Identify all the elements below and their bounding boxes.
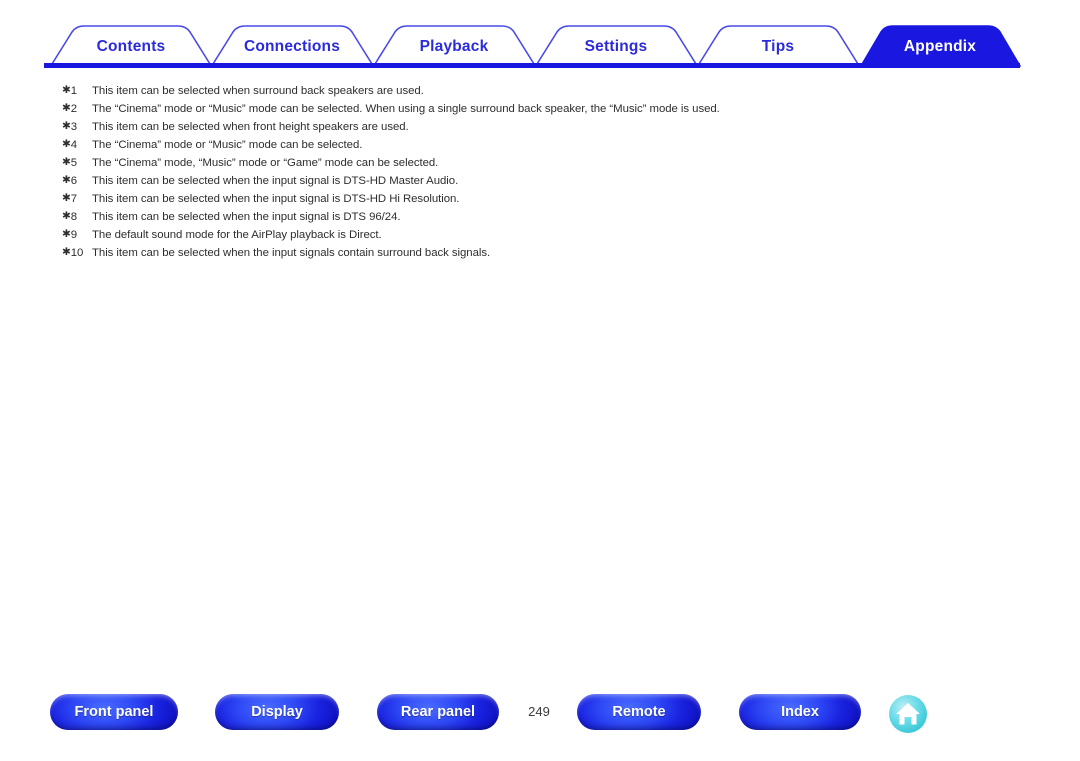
list-item: ✱9 The default sound mode for the AirPla… xyxy=(62,228,1022,246)
footnote-text: The “Cinema” mode, “Music” mode or “Game… xyxy=(92,157,439,169)
footnote-text: The default sound mode for the AirPlay p… xyxy=(92,229,382,241)
home-icon xyxy=(889,695,927,733)
tab-tips-label: Tips xyxy=(762,38,794,55)
footnote-marker: ✱2 xyxy=(62,102,77,115)
footnote-marker: ✱9 xyxy=(62,228,77,241)
page-number: 249 xyxy=(528,704,550,719)
display-button[interactable]: Display xyxy=(215,694,339,730)
footnote-marker: ✱10 xyxy=(62,246,84,259)
list-item: ✱4 The “Cinema” mode or “Music” mode can… xyxy=(62,138,1022,156)
tab-appendix[interactable]: Appendix xyxy=(860,25,1021,67)
footnote-text: This item can be selected when surround … xyxy=(92,85,424,97)
list-item: ✱1 This item can be selected when surrou… xyxy=(62,84,1022,102)
tab-baseline-rule xyxy=(44,63,1020,68)
list-item: ✱3 This item can be selected when front … xyxy=(62,120,1022,138)
tab-contents-label: Contents xyxy=(97,38,166,55)
footnote-marker: ✱5 xyxy=(62,156,77,169)
footnote-marker: ✱3 xyxy=(62,120,77,133)
footnote-text: This item can be selected when the input… xyxy=(92,175,459,187)
rear-panel-button[interactable]: Rear panel xyxy=(377,694,499,730)
tab-tips[interactable]: Tips xyxy=(698,25,859,65)
tab-connections[interactable]: Connections xyxy=(212,25,373,65)
list-item: ✱6 This item can be selected when the in… xyxy=(62,174,1022,192)
footnote-text: This item can be selected when the input… xyxy=(92,211,401,223)
tab-appendix-label: Appendix xyxy=(904,38,976,55)
footnote-marker: ✱6 xyxy=(62,174,77,187)
tab-bar: Contents Connections Playback Settings T… xyxy=(0,0,1080,72)
footnote-text: The “Cinema” mode or “Music” mode can be… xyxy=(92,103,720,115)
list-item: ✱10 This item can be selected when the i… xyxy=(62,246,1022,264)
home-button[interactable] xyxy=(888,694,928,734)
footnote-text: This item can be selected when front hei… xyxy=(92,121,409,133)
footnote-text: This item can be selected when the input… xyxy=(92,247,491,259)
footnote-marker: ✱1 xyxy=(62,84,77,97)
list-item: ✱2 The “Cinema” mode or “Music” mode can… xyxy=(62,102,1022,120)
index-button[interactable]: Index xyxy=(739,694,861,730)
footnote-text: This item can be selected when the input… xyxy=(92,193,460,205)
tab-settings[interactable]: Settings xyxy=(536,25,697,65)
tab-settings-label: Settings xyxy=(585,38,648,55)
list-item: ✱7 This item can be selected when the in… xyxy=(62,192,1022,210)
footnote-marker: ✱7 xyxy=(62,192,77,205)
footer-nav: Front panel Display Rear panel 249 Remot… xyxy=(0,694,1080,742)
footnote-marker: ✱4 xyxy=(62,138,77,151)
tab-playback[interactable]: Playback xyxy=(374,25,535,65)
remote-button[interactable]: Remote xyxy=(577,694,701,730)
footnote-marker: ✱8 xyxy=(62,210,77,223)
list-item: ✱5 The “Cinema” mode, “Music” mode or “G… xyxy=(62,156,1022,174)
footnote-list: ✱1 This item can be selected when surrou… xyxy=(62,84,1022,264)
list-item: ✱8 This item can be selected when the in… xyxy=(62,210,1022,228)
front-panel-button[interactable]: Front panel xyxy=(50,694,178,730)
tab-playback-label: Playback xyxy=(420,38,489,55)
tab-connections-label: Connections xyxy=(244,38,340,55)
tab-contents[interactable]: Contents xyxy=(51,25,211,65)
footnote-text: The “Cinema” mode or “Music” mode can be… xyxy=(92,139,363,151)
